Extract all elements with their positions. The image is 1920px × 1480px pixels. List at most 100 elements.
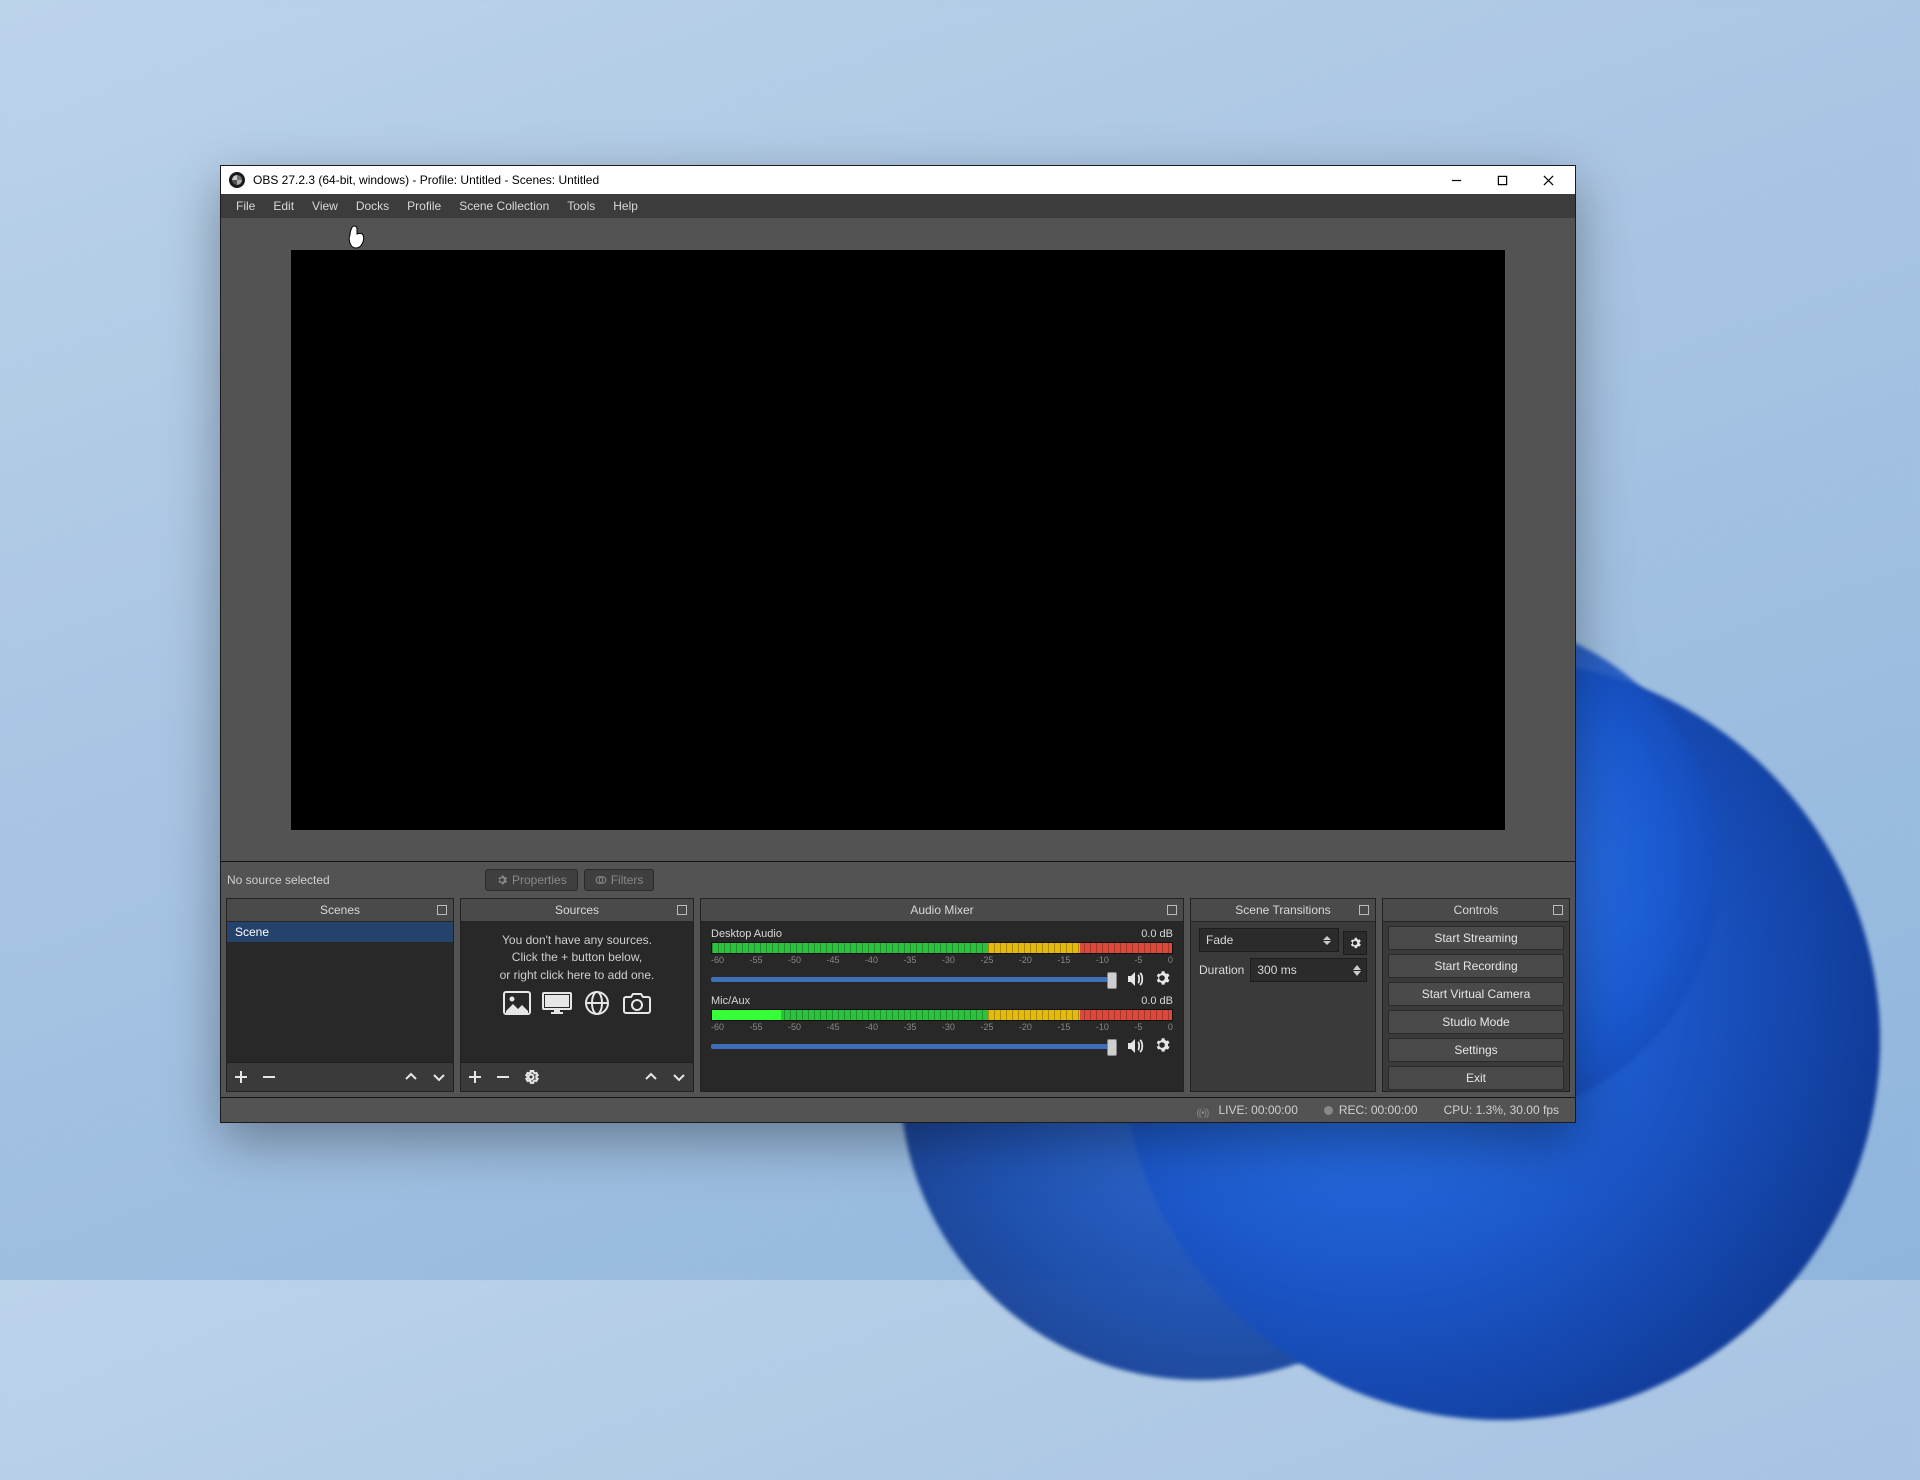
menu-help[interactable]: Help (604, 194, 647, 218)
scene-move-down-button[interactable] (429, 1067, 449, 1087)
meter-ticks: -60-55-50-45-40-35-30-25-20-15-10-50 (711, 955, 1173, 965)
controls-body: Start Streaming Start Recording Start Vi… (1383, 922, 1569, 1091)
scene-move-up-button[interactable] (401, 1067, 421, 1087)
spinner-icon[interactable] (1351, 961, 1363, 979)
popout-icon[interactable] (1551, 903, 1565, 917)
live-status: LIVE: 00:00:00 (1196, 1103, 1297, 1117)
duration-label: Duration (1199, 963, 1244, 977)
scene-item[interactable]: Scene (227, 922, 453, 942)
mute-button[interactable] (1125, 1036, 1145, 1056)
obs-window: OBS 27.2.3 (64-bit, windows) - Profile: … (220, 165, 1576, 1123)
menu-profile[interactable]: Profile (398, 194, 450, 218)
close-button[interactable] (1525, 166, 1571, 194)
popout-icon[interactable] (675, 903, 689, 917)
remove-scene-button[interactable] (259, 1067, 279, 1087)
controls-dock: Controls Start Streaming Start Recording… (1382, 898, 1570, 1092)
preview-area[interactable] (221, 218, 1575, 861)
mixer-header[interactable]: Audio Mixer (701, 899, 1183, 922)
menu-docks[interactable]: Docks (347, 194, 398, 218)
sources-toolbar (461, 1062, 693, 1091)
sources-empty-line: or right click here to add one. (475, 967, 679, 984)
channel-level: 0.0 dB (1141, 995, 1173, 1007)
cpu-status: CPU: 1.3%, 30.00 fps (1444, 1103, 1559, 1117)
transitions-header[interactable]: Scene Transitions (1191, 899, 1375, 922)
duration-value: 300 ms (1257, 963, 1296, 977)
dock-row: Scenes Scene Sources You don't (221, 898, 1575, 1097)
menu-tools[interactable]: Tools (558, 194, 604, 218)
window-title: OBS 27.2.3 (64-bit, windows) - Profile: … (253, 173, 1433, 187)
channel-name: Mic/Aux (711, 995, 750, 1007)
add-scene-button[interactable] (231, 1067, 251, 1087)
display-source-icon (542, 990, 572, 1016)
menu-edit[interactable]: Edit (264, 194, 303, 218)
volume-slider[interactable] (711, 977, 1117, 982)
sources-empty-message: You don't have any sources. Click the + … (461, 922, 693, 1022)
sources-list[interactable]: You don't have any sources. Click the + … (461, 922, 693, 1062)
sources-title: Sources (555, 903, 599, 917)
mixer-channel: Mic/Aux 0.0 dB -60-55-50-45-40-35-30-25-… (701, 991, 1183, 1058)
popout-icon[interactable] (1357, 903, 1371, 917)
obs-app-icon (229, 172, 245, 188)
controls-title: Controls (1454, 903, 1499, 917)
start-streaming-button[interactable]: Start Streaming (1388, 926, 1564, 950)
transitions-body: Fade Duration 300 ms (1191, 922, 1375, 1091)
start-virtual-camera-button[interactable]: Start Virtual Camera (1388, 982, 1564, 1006)
mixer-body: Desktop Audio 0.0 dB -60-55-50-45-40-35-… (701, 922, 1183, 1091)
channel-settings-button[interactable] (1153, 969, 1173, 989)
signal-icon (1196, 1105, 1212, 1117)
mixer-channel: Desktop Audio 0.0 dB -60-55-50-45-40-35-… (701, 924, 1183, 991)
menubar: File Edit View Docks Profile Scene Colle… (221, 194, 1575, 218)
add-source-button[interactable] (465, 1067, 485, 1087)
filters-button[interactable]: Filters (584, 869, 655, 891)
level-meter (711, 942, 1173, 954)
channel-name: Desktop Audio (711, 928, 782, 940)
controls-header[interactable]: Controls (1383, 899, 1569, 922)
sources-dock: Sources You don't have any sources. Clic… (460, 898, 694, 1092)
record-dot-icon (1324, 1106, 1333, 1115)
audio-mixer-dock: Audio Mixer Desktop Audio 0.0 dB -60-55-… (700, 898, 1184, 1092)
source-move-down-button[interactable] (669, 1067, 689, 1087)
statusbar: LIVE: 00:00:00 REC: 00:00:00 CPU: 1.3%, … (221, 1097, 1575, 1122)
image-source-icon (502, 990, 532, 1016)
preview-canvas[interactable] (291, 250, 1505, 830)
transition-select[interactable]: Fade (1199, 928, 1339, 952)
channel-settings-button[interactable] (1153, 1036, 1173, 1056)
settings-button[interactable]: Settings (1388, 1038, 1564, 1062)
mute-button[interactable] (1125, 969, 1145, 989)
sources-empty-line: You don't have any sources. (475, 932, 679, 949)
level-meter (711, 1009, 1173, 1021)
popout-icon[interactable] (435, 903, 449, 917)
volume-slider[interactable] (711, 1044, 1117, 1049)
chevron-updown-icon (1320, 932, 1334, 948)
remove-source-button[interactable] (493, 1067, 513, 1087)
transition-select-value: Fade (1206, 933, 1233, 947)
menu-view[interactable]: View (303, 194, 347, 218)
scenes-list[interactable]: Scene (227, 922, 453, 1062)
filters-button-label: Filters (611, 873, 644, 887)
scenes-toolbar (227, 1062, 453, 1091)
rec-status: REC: 00:00:00 (1324, 1103, 1418, 1117)
properties-button[interactable]: Properties (485, 869, 578, 891)
scenes-title: Scenes (320, 903, 360, 917)
exit-button[interactable]: Exit (1388, 1066, 1564, 1090)
transition-properties-button[interactable] (1343, 931, 1367, 955)
source-move-up-button[interactable] (641, 1067, 661, 1087)
studio-mode-button[interactable]: Studio Mode (1388, 1010, 1564, 1034)
menu-file[interactable]: File (227, 194, 264, 218)
popout-icon[interactable] (1165, 903, 1179, 917)
menu-scene-collection[interactable]: Scene Collection (450, 194, 558, 218)
no-source-selected-label: No source selected (227, 873, 485, 887)
maximize-button[interactable] (1479, 166, 1525, 194)
sources-header[interactable]: Sources (461, 899, 693, 922)
scenes-header[interactable]: Scenes (227, 899, 453, 922)
source-properties-button[interactable] (521, 1067, 541, 1087)
start-recording-button[interactable]: Start Recording (1388, 954, 1564, 978)
meter-ticks: -60-55-50-45-40-35-30-25-20-15-10-50 (711, 1022, 1173, 1032)
minimize-button[interactable] (1433, 166, 1479, 194)
scenes-dock: Scenes Scene (226, 898, 454, 1092)
transitions-title: Scene Transitions (1235, 903, 1330, 917)
titlebar[interactable]: OBS 27.2.3 (64-bit, windows) - Profile: … (221, 166, 1575, 194)
source-toolbar: No source selected Properties Filters (221, 861, 1575, 898)
channel-level: 0.0 dB (1141, 928, 1173, 940)
duration-input[interactable]: 300 ms (1250, 958, 1367, 982)
